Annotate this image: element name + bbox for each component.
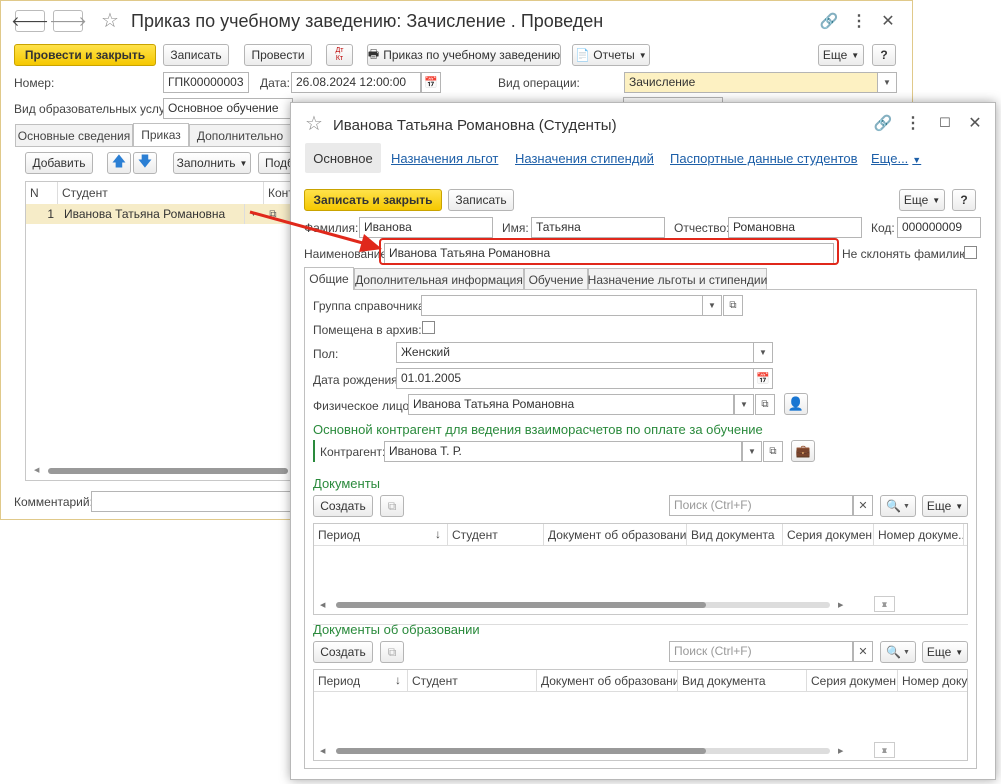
annotation-arrow (249, 210, 382, 252)
